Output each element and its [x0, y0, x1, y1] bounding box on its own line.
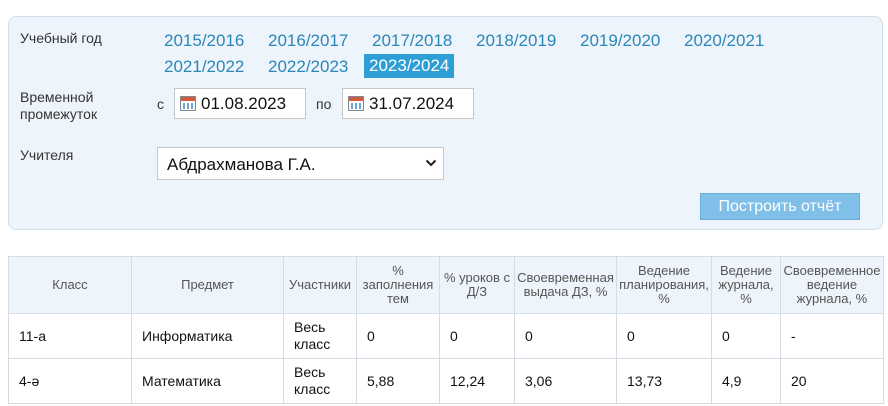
year-link-2023-2024-active[interactable]: 2023/2024 [364, 54, 455, 78]
year-link-2020-2021[interactable]: 2020/2021 [684, 31, 764, 51]
period-label: Временной промежуток [20, 89, 98, 122]
year-link-2022-2023[interactable]: 2022/2023 [268, 57, 348, 77]
cell-hw-timely: 3,06 [514, 358, 617, 404]
teacher-select[interactable]: Абдрахманова Г.А. [157, 147, 444, 180]
cell-participants: Весь класс [283, 358, 357, 404]
date-to-input[interactable]: 31.07.2024 [342, 88, 474, 119]
cell-topics-filled: 0 [356, 313, 440, 359]
cell-class: 4-ә [8, 358, 132, 404]
col-header-subject: Предмет [131, 256, 284, 314]
calendar-icon[interactable] [180, 96, 196, 111]
year-link-2016-2017[interactable]: 2016/2017 [268, 31, 348, 51]
cell-lessons-with-hw: 12,24 [439, 358, 515, 404]
cell-journal: 0 [711, 313, 781, 359]
build-report-button[interactable]: Построить отчёт [700, 193, 860, 220]
cell-journal: 4,9 [711, 358, 781, 404]
year-link-2017-2018[interactable]: 2017/2018 [372, 31, 452, 51]
table-row: 4-ә Математика Весь класс 5,88 12,24 3,0… [8, 358, 884, 404]
cell-topics-filled: 5,88 [356, 358, 440, 404]
col-header-participants: Участники [283, 256, 357, 314]
cell-class: 11-а [8, 313, 132, 359]
cell-hw-timely: 0 [514, 313, 617, 359]
cell-participants: Весь класс [283, 313, 357, 359]
to-label: по [316, 96, 332, 112]
year-link-2018-2019[interactable]: 2018/2019 [476, 31, 556, 51]
cell-subject: Информатика [131, 313, 284, 359]
col-header-class: Класс [8, 256, 132, 314]
col-header-journal: Ведение журнала, % [711, 256, 781, 314]
year-label: Учебный год [20, 30, 102, 46]
year-link-2021-2022[interactable]: 2021/2022 [164, 57, 244, 77]
date-from-input[interactable]: 01.08.2023 [174, 88, 306, 119]
year-link-2015-2016[interactable]: 2015/2016 [164, 31, 244, 51]
date-from-value: 01.08.2023 [201, 94, 287, 113]
teacher-select-value: Абдрахманова Г.А. [167, 155, 316, 174]
col-header-journal-timely: Своевременное ведение журнала, % [780, 256, 884, 314]
teacher-label: Учителя [20, 147, 74, 163]
cell-journal-timely: - [780, 313, 884, 359]
col-header-lessons-with-hw: % уроков с Д/З [439, 256, 515, 314]
year-link-2019-2020[interactable]: 2019/2020 [580, 31, 660, 51]
cell-subject: Математика [131, 358, 284, 404]
date-to-value: 31.07.2024 [369, 94, 455, 113]
cell-planning: 13,73 [616, 358, 712, 404]
report-table: Класс Предмет Участники % заполнения тем… [8, 256, 884, 404]
col-header-planning: Ведение планирования, % [616, 256, 712, 314]
table-row: 11-а Информатика Весь класс 0 0 0 0 0 - [8, 313, 884, 359]
calendar-icon[interactable] [348, 96, 364, 111]
cell-journal-timely: 20 [780, 358, 884, 404]
from-label: с [157, 96, 164, 112]
cell-planning: 0 [616, 313, 712, 359]
col-header-hw-timely: Своевременная выдача ДЗ, % [514, 256, 617, 314]
col-header-topics-filled: % заполнения тем [356, 256, 440, 314]
cell-lessons-with-hw: 0 [439, 313, 515, 359]
chevron-down-icon [425, 159, 437, 167]
table-header-row: Класс Предмет Участники % заполнения тем… [8, 256, 884, 314]
